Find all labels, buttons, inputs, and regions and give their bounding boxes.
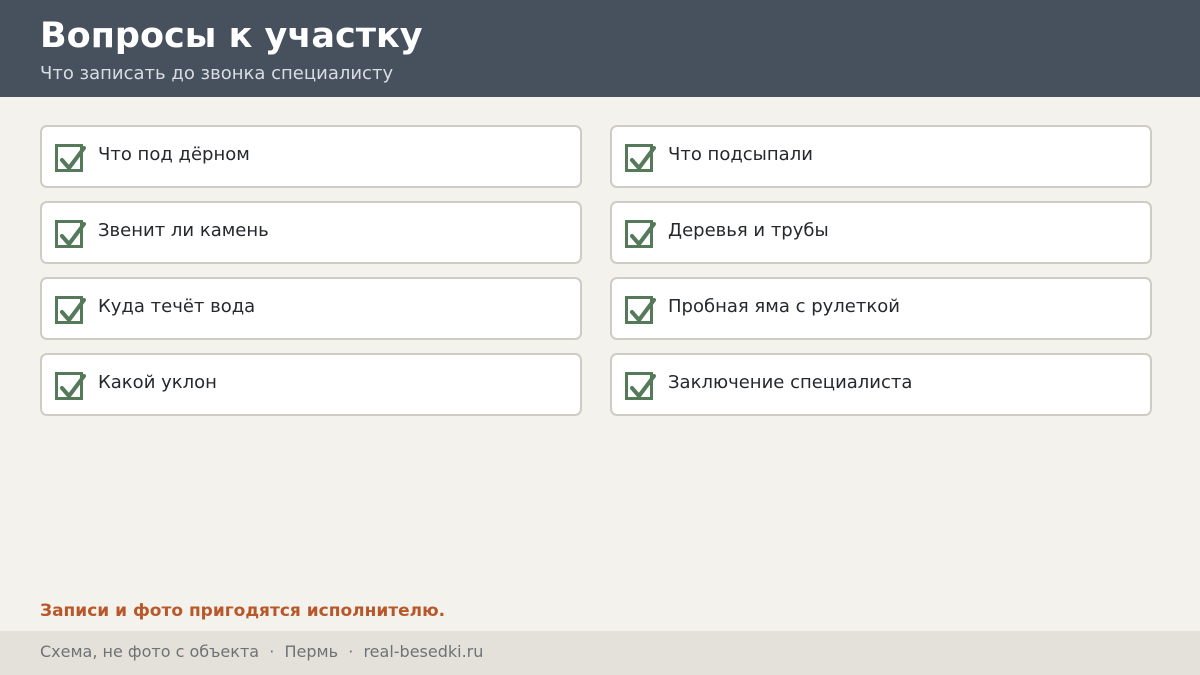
checklist-item[interactable]: Заключение специалиста	[610, 353, 1152, 416]
checklist-item[interactable]: Деревья и трубы	[610, 201, 1152, 264]
checklist-item-label: Что под дёрном	[98, 144, 250, 165]
checkmark-icon	[630, 298, 656, 322]
checklist-item[interactable]: Что подсыпали	[610, 125, 1152, 188]
page-subtitle: Что записать до звонка специалисту	[40, 63, 394, 84]
bottom-note: Записи и фото пригодятся исполнителю.	[40, 601, 446, 621]
checkmark-icon	[630, 374, 656, 398]
checkbox-checked[interactable]	[55, 296, 86, 324]
checkmark-icon	[630, 222, 656, 246]
checkbox-checked[interactable]	[625, 296, 656, 324]
checklist-item-label: Какой уклон	[98, 372, 217, 393]
checkmark-icon	[60, 222, 86, 246]
checkbox-checked[interactable]	[55, 372, 86, 400]
checklist-item[interactable]: Звенит ли камень	[40, 201, 582, 264]
checklist-page: Вопросы к участку Что записать до звонка…	[0, 0, 1200, 675]
checkmark-icon	[630, 146, 656, 170]
checkmark-icon	[60, 374, 86, 398]
page-footer: Схема, не фото с объекта · Пермь · real-…	[0, 631, 1200, 675]
footer-text: Схема, не фото с объекта · Пермь · real-…	[40, 642, 484, 661]
checklist-item[interactable]: Пробная яма с рулеткой	[610, 277, 1152, 340]
checklist-item[interactable]: Какой уклон	[40, 353, 582, 416]
checklist-item-label: Заключение специалиста	[668, 372, 913, 393]
checkbox-checked[interactable]	[625, 144, 656, 172]
checklist-item[interactable]: Что под дёрном	[40, 125, 582, 188]
checkbox-checked[interactable]	[625, 372, 656, 400]
checklist-item-label: Звенит ли камень	[98, 220, 269, 241]
checkbox-checked[interactable]	[625, 220, 656, 248]
checklist-item-label: Деревья и трубы	[668, 220, 829, 241]
checklist-item-label: Пробная яма с рулеткой	[668, 296, 900, 317]
checklist-item-label: Куда течёт вода	[98, 296, 256, 317]
page-title: Вопросы к участку	[40, 16, 423, 56]
page-header: Вопросы к участку Что записать до звонка…	[0, 0, 1200, 97]
checkmark-icon	[60, 146, 86, 170]
checklist-item-label: Что подсыпали	[668, 144, 813, 165]
checkmark-icon	[60, 298, 86, 322]
checklist-item[interactable]: Куда течёт вода	[40, 277, 582, 340]
checkbox-checked[interactable]	[55, 220, 86, 248]
checkbox-checked[interactable]	[55, 144, 86, 172]
